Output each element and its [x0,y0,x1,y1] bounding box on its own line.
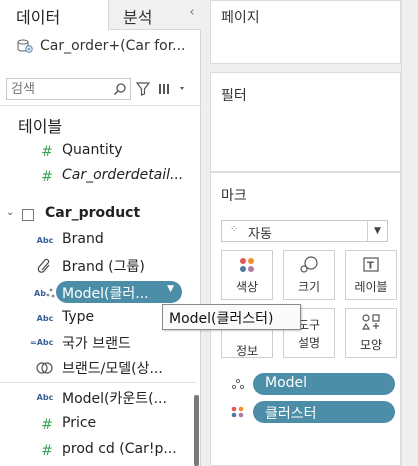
cluster-field-icon: Ab [34,288,55,298]
size-label: 크기 [297,280,321,294]
scrollbar[interactable] [194,395,199,466]
marks-title: 마크 [221,188,247,204]
tab-analysis[interactable]: 분석 [108,0,183,30]
pane-gap [201,0,210,466]
data-pane: 데이터 분석 ‹ Car_order+(Car for... 검색 테이블 # … [0,0,201,466]
svg-text:T: T [367,261,374,272]
search-icon[interactable] [113,82,127,96]
field-quantity[interactable]: # Quantity [0,140,195,164]
search-input[interactable] [11,81,111,97]
label-label: 레이블 [354,280,388,294]
shelves-pane: 페이지 필터 마크 ⁘ 자동 ▼ 색상 크기 T 레이블 정보 도구 설명 모양… [210,0,401,466]
pane-tabs: 데이터 분석 ‹ [0,0,201,30]
table-name: Car_product [45,205,141,221]
measure-icon: # [41,144,53,160]
pages-title: 페이지 [221,10,260,26]
text-label-icon: T [363,257,379,272]
color-dots-icon [231,406,244,418]
field-tooltip: Model(클러스터) [162,304,301,330]
filters-shelf[interactable]: 필터 [210,72,401,172]
canvas-edge [401,0,418,466]
chevron-down-icon[interactable]: ▼ [367,221,387,241]
color-label: 색상 [235,280,259,294]
datasource-item[interactable]: Car_order+(Car for... [16,36,198,58]
filters-title: 필터 [221,88,247,104]
detail-label: 정보 [235,344,259,358]
field-label: Model(카운트(... [62,391,167,407]
measure-icon: # [41,443,53,459]
datasource-label: Car_order+(Car for... [40,38,186,54]
shape-label: 모양 [359,338,383,352]
tables-heading: 테이블 [18,117,63,136]
size-button[interactable]: 크기 [283,250,335,300]
pill-label: 클러스터 [265,406,317,422]
field-label: prod cd (Car!p... [62,441,177,457]
detail-dots-icon [231,378,245,390]
auto-mark-icon: ⁘ [230,224,239,235]
svg-text:Ab: Ab [34,289,46,298]
chevron-left-icon[interactable]: ‹ [183,0,201,30]
field-price[interactable]: # Price [0,413,195,437]
tab-data[interactable]: 데이터 [0,0,108,30]
filter-icon[interactable] [136,82,150,96]
color-icon [240,258,254,272]
chevron-down-icon[interactable]: ▼ [167,284,174,294]
measure-icon: # [41,417,53,433]
set-icon [36,362,53,374]
field-car-orderdetail[interactable]: # Car_orderdetail... [0,165,195,189]
measure-icon: # [41,169,53,185]
field-model-count[interactable]: Abc Model(카운트(... [0,386,195,410]
marks-pill-model[interactable]: Model [253,373,395,395]
paperclip-icon [37,258,50,273]
shape-icon [361,314,380,330]
mark-type-select[interactable]: ⁘ 자동 ▼ [221,220,388,242]
datasource-icon [17,39,33,53]
field-brand[interactable]: Abc Brand [0,229,195,253]
field-label: Brand (그룹) [62,259,145,275]
field-brand-group[interactable]: Brand (그룹) [0,254,195,278]
field-label: Quantity [62,142,123,158]
calculated-abc-icon: =Abc [30,338,54,347]
field-prod-cd[interactable]: # prod cd (Car!p... [0,439,195,463]
view-options-icon[interactable] [158,82,188,96]
field-label: 브랜드/모델(상... [62,361,163,377]
field-label: Car_orderdetail... [62,167,184,183]
label-button[interactable]: T 레이블 [345,250,397,300]
table-car-product[interactable]: ⌄ Car_product [0,204,200,226]
abc-icon: Abc [36,393,54,402]
abc-icon: Abc [36,236,54,245]
search-toolbar [0,72,201,106]
field-brand-model-set[interactable]: 브랜드/모델(상... [0,356,195,380]
pages-shelf[interactable]: 페이지 [210,0,401,64]
shape-button[interactable]: 모양 [345,308,397,358]
field-country-brand[interactable]: =Abc 국가 브랜드 [0,331,195,355]
chevron-down-icon[interactable]: ⌄ [6,207,14,218]
abc-icon: Abc [36,314,54,323]
mark-type-label: 자동 [248,227,272,242]
search-box [6,78,131,100]
color-button[interactable]: 색상 [221,250,273,300]
marks-pill-cluster[interactable]: 클러스터 [253,401,395,423]
divider [0,382,196,383]
tab-data-label: 데이터 [16,8,61,27]
tab-analysis-label: 분석 [123,8,153,27]
size-icon [300,256,318,273]
pill-label: Model [265,375,308,391]
field-label: Price [62,415,97,431]
tooltip-label-line2: 설명 [297,336,321,350]
table-icon [22,209,34,221]
field-model-cluster-pill[interactable]: Model(클러... ▼ [56,281,182,303]
field-label: Model(클러... [62,286,149,302]
field-label: Brand [62,231,104,247]
field-label: 국가 브랜드 [62,336,131,352]
